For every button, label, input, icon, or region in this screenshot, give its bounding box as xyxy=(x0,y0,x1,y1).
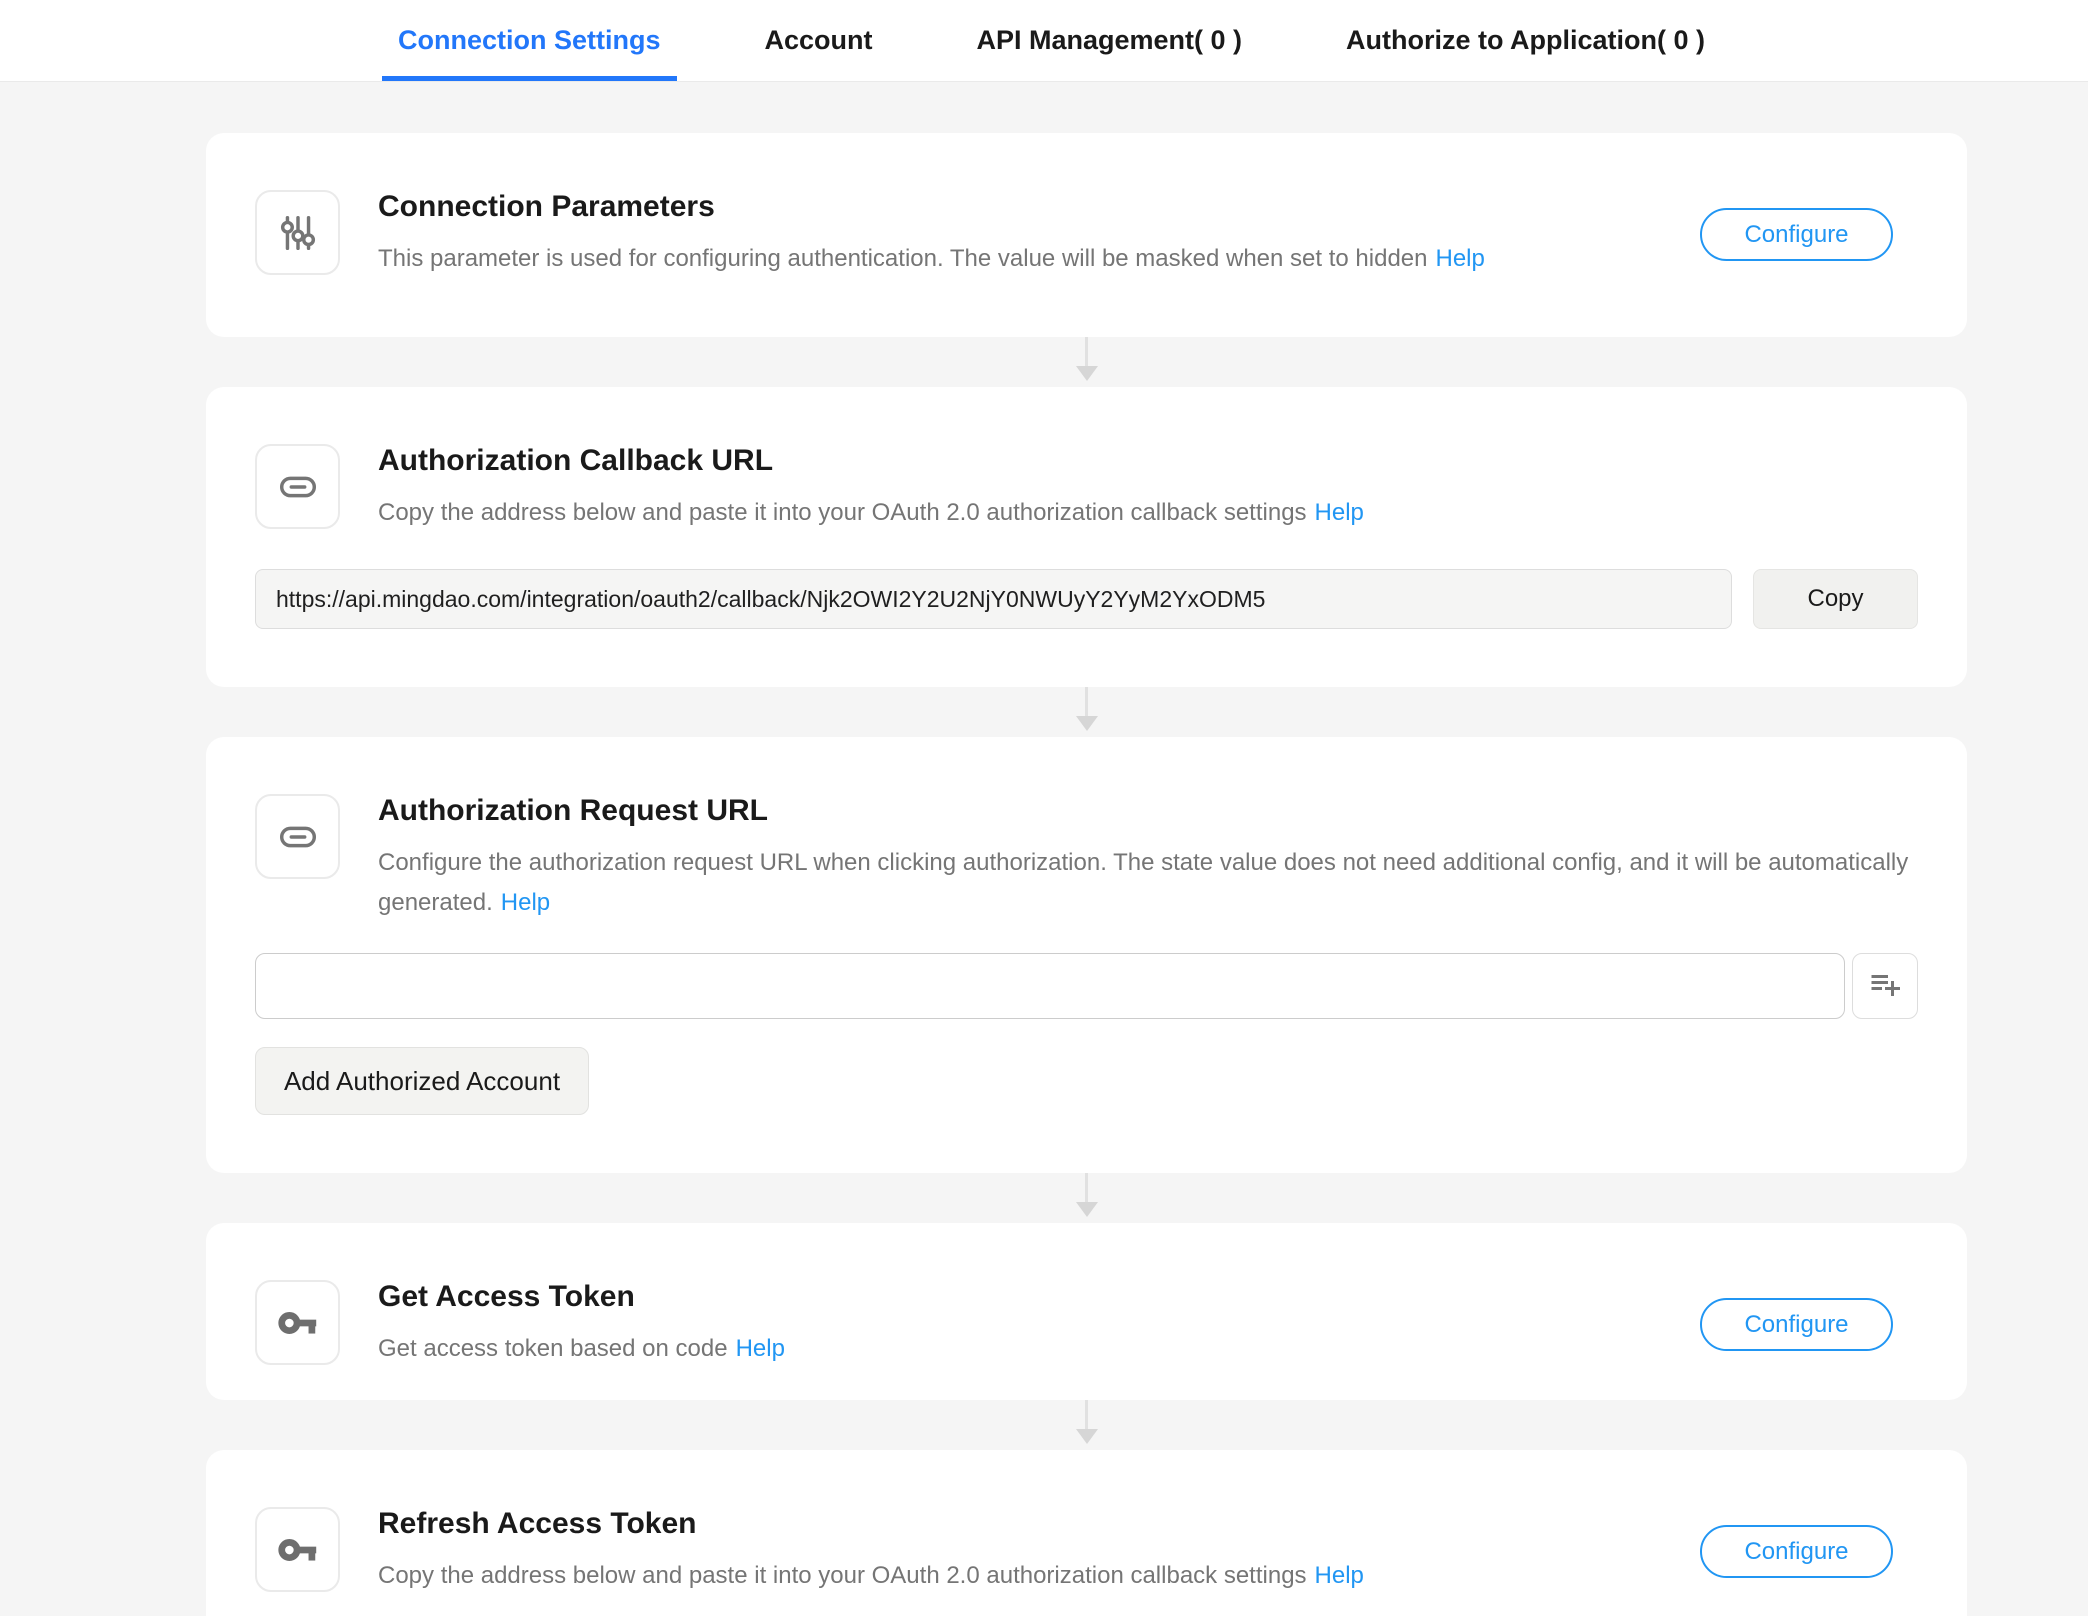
tab-authorize-to-application[interactable]: Authorize to Application( 0 ) xyxy=(1330,0,1721,81)
card-title: Get Access Token xyxy=(378,1280,1700,1314)
card-description: Get access token based on code xyxy=(378,1335,728,1362)
card-get-access-token: Get Access Token Get access token based … xyxy=(206,1223,1967,1400)
card-title: Authorization Request URL xyxy=(378,794,1918,828)
tab-api-management[interactable]: API Management( 0 ) xyxy=(961,0,1259,81)
help-link[interactable]: Help xyxy=(1315,499,1364,526)
arrow-down-icon xyxy=(1076,1429,1098,1444)
flow-arrow-connector xyxy=(206,1173,1967,1223)
key-icon xyxy=(255,1280,340,1365)
copy-button[interactable]: Copy xyxy=(1753,569,1918,629)
configure-get-access-token-button[interactable]: Configure xyxy=(1700,1298,1893,1351)
configure-refresh-access-token-button[interactable]: Configure xyxy=(1700,1525,1893,1578)
arrow-down-icon xyxy=(1076,366,1098,381)
card-description: This parameter is used for configuring a… xyxy=(378,245,1427,272)
card-title: Authorization Callback URL xyxy=(378,444,1918,478)
card-refresh-access-token: Refresh Access Token Copy the address be… xyxy=(206,1450,1967,1616)
insert-parameter-button[interactable] xyxy=(1852,953,1918,1019)
card-description: Copy the address below and paste it into… xyxy=(378,1562,1307,1589)
help-link[interactable]: Help xyxy=(1315,1562,1364,1589)
key-icon xyxy=(255,1507,340,1592)
card-title: Connection Parameters xyxy=(378,190,1700,224)
flow-arrow-connector xyxy=(206,687,1967,737)
card-description: Copy the address below and paste it into… xyxy=(378,499,1307,526)
add-authorized-account-button[interactable]: Add Authorized Account xyxy=(255,1047,589,1115)
flow-arrow-connector xyxy=(206,337,1967,387)
tab-connection-settings[interactable]: Connection Settings xyxy=(382,0,677,81)
card-connection-parameters: Connection Parameters This parameter is … xyxy=(206,133,1967,337)
flow-arrow-connector xyxy=(206,1400,1967,1450)
link-icon xyxy=(255,444,340,529)
request-url-input[interactable] xyxy=(255,953,1845,1019)
help-link[interactable]: Help xyxy=(1435,245,1484,272)
card-authorization-callback-url: Authorization Callback URL Copy the addr… xyxy=(206,387,1967,687)
help-link[interactable]: Help xyxy=(736,1335,785,1362)
help-link[interactable]: Help xyxy=(501,889,550,916)
card-authorization-request-url: Authorization Request URL Configure the … xyxy=(206,737,1967,1173)
sliders-icon xyxy=(255,190,340,275)
tab-account[interactable]: Account xyxy=(749,0,889,81)
arrow-down-icon xyxy=(1076,1202,1098,1217)
card-title: Refresh Access Token xyxy=(378,1507,1700,1541)
settings-content: Connection Parameters This parameter is … xyxy=(206,82,1967,1616)
arrow-down-icon xyxy=(1076,716,1098,731)
callback-url-input[interactable] xyxy=(255,569,1732,629)
tab-bar: Connection Settings Account API Manageme… xyxy=(0,0,2088,82)
configure-connection-parameters-button[interactable]: Configure xyxy=(1700,208,1893,261)
playlist-add-icon xyxy=(1867,966,1903,1007)
card-description: Configure the authorization request URL … xyxy=(378,849,1908,916)
link-icon xyxy=(255,794,340,879)
